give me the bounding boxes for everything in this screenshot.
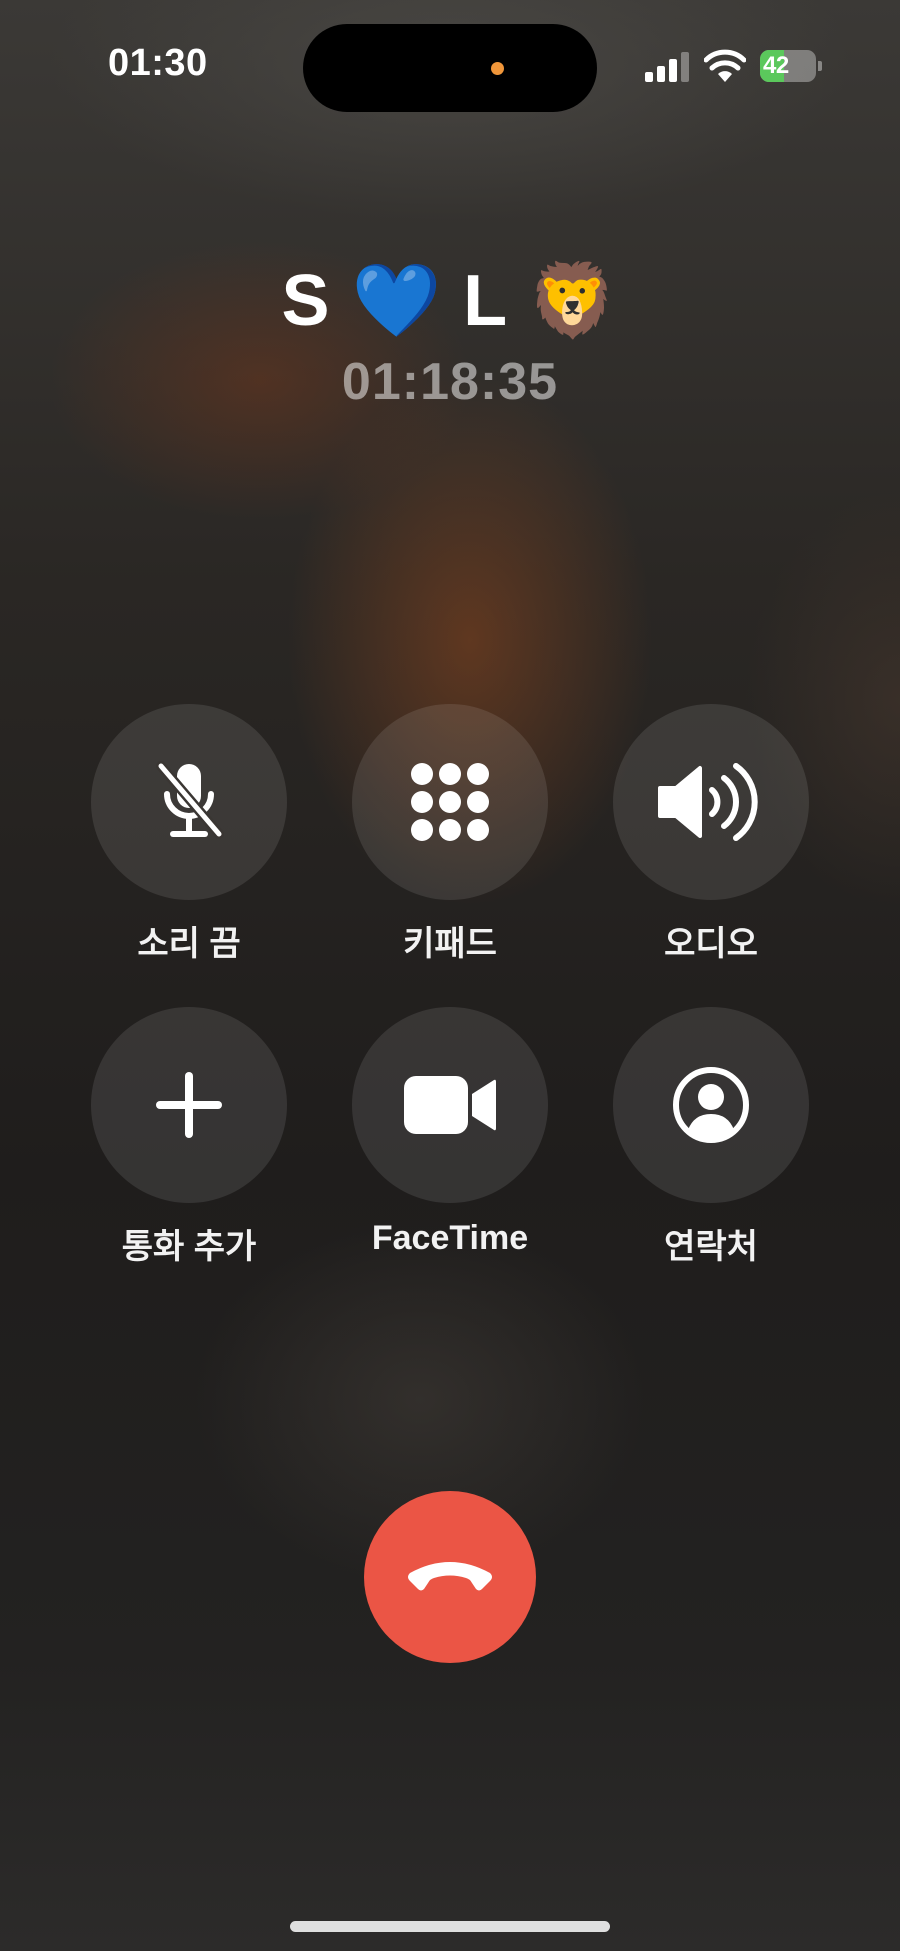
plus-icon (156, 1072, 222, 1138)
audio-button[interactable] (613, 704, 809, 900)
video-camera-icon (404, 1076, 496, 1134)
speaker-icon (658, 763, 758, 841)
end-call-button[interactable] (364, 1491, 536, 1663)
add-call-label: 통화 추가 (121, 1228, 257, 1266)
caller-name: S 💙 L 🦁 (281, 261, 619, 341)
keypad-button[interactable] (352, 704, 548, 900)
person-circle-icon (673, 1067, 749, 1143)
privacy-indicator-dot (491, 62, 504, 75)
audio-label: 오디오 (664, 925, 758, 963)
home-indicator[interactable] (290, 1921, 610, 1932)
add-call-button[interactable] (91, 1007, 287, 1203)
wifi-icon (703, 48, 747, 84)
contacts-button[interactable] (613, 1007, 809, 1203)
battery-icon: 42 (760, 50, 824, 82)
dynamic-island (303, 24, 597, 112)
battery-body: 42 (760, 50, 816, 82)
keypad-icon (411, 763, 489, 841)
keypad-label: 키패드 (403, 925, 497, 963)
mute-label: 소리 끔 (137, 925, 241, 963)
facetime-label: FaceTime (371, 1219, 529, 1257)
facetime-button[interactable] (352, 1007, 548, 1203)
mute-button[interactable] (91, 704, 287, 900)
battery-level: 42 (763, 52, 789, 79)
contacts-label: 연락처 (664, 1228, 758, 1266)
phone-hangup-icon (408, 1562, 492, 1591)
microphone-slash-icon (156, 761, 224, 839)
battery-tip (818, 61, 822, 71)
call-duration: 01:18:35 (341, 353, 559, 411)
status-time: 01:30 (108, 42, 208, 84)
cellular-signal-icon (645, 52, 691, 82)
status-bar: 01:30 42 (0, 0, 900, 130)
